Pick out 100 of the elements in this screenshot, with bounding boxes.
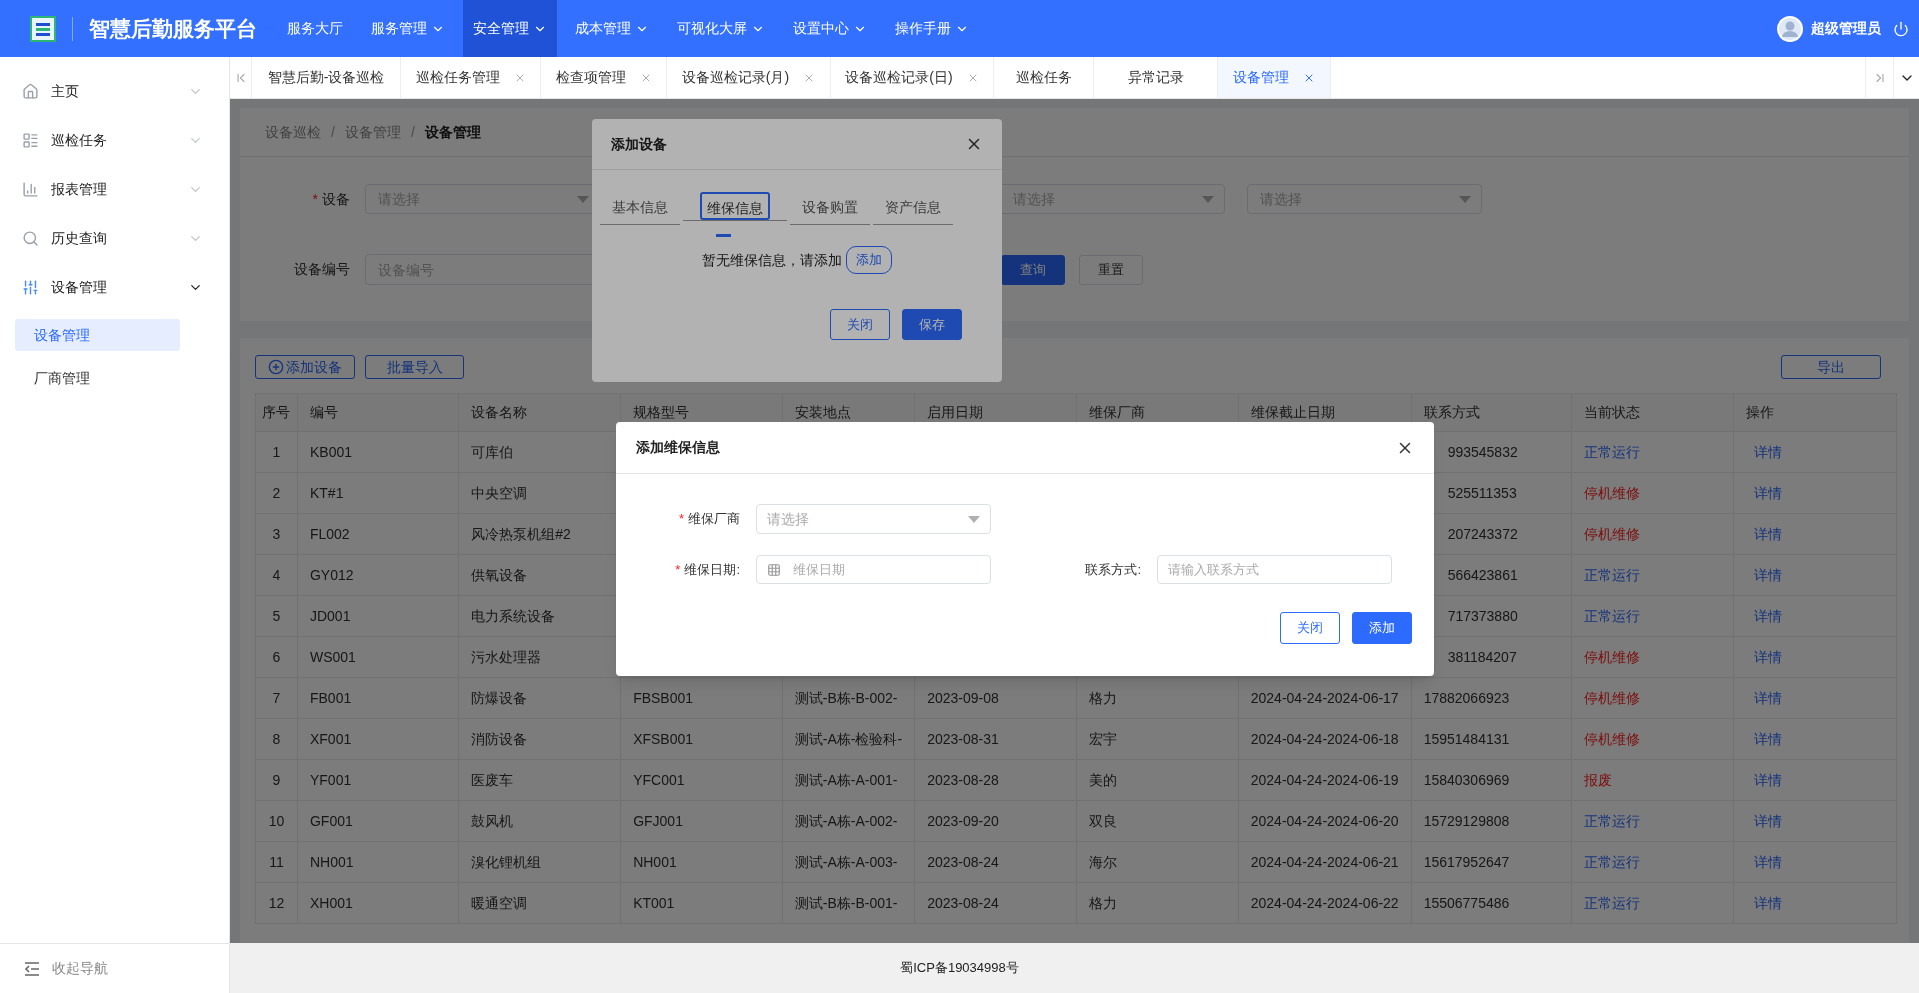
sidebar-subitem[interactable]: 设备管理 xyxy=(15,319,180,351)
tab[interactable]: 巡检任务管理 xyxy=(401,57,541,98)
avatar-icon[interactable] xyxy=(1777,15,1803,42)
details-link[interactable]: 详情 xyxy=(1733,472,1897,514)
table-cell: 宏宇 xyxy=(1076,718,1239,760)
tab[interactable]: 设备巡检记录(日) xyxy=(831,57,994,98)
table-cell: 测试-A栋-A-003- xyxy=(782,841,915,883)
table-cell: FL002 xyxy=(297,513,459,555)
breadcrumb-item[interactable]: 设备巡检 xyxy=(265,121,321,143)
table-cell: 溴化锂机组 xyxy=(458,841,621,883)
details-link[interactable]: 详情 xyxy=(1733,636,1897,678)
menu-item[interactable]: 服务管理 xyxy=(361,0,455,57)
close-button[interactable]: 关闭 xyxy=(1280,612,1340,644)
table-cell: 7 xyxy=(255,677,298,719)
status-text: 报废 xyxy=(1571,759,1734,801)
table-cell: 测试-A栋-A-002- xyxy=(782,800,915,842)
add-button[interactable]: 添加 xyxy=(846,246,892,274)
table-cell: KT#1 xyxy=(297,472,459,514)
table-cell: GY012 xyxy=(297,554,459,596)
menu-item[interactable]: 成本管理 xyxy=(565,0,659,57)
collapse-navigation-button[interactable]: 收起导航 xyxy=(0,943,229,993)
reset-button[interactable]: 重置 xyxy=(1079,254,1143,285)
menu-item[interactable]: 服务大厅 xyxy=(277,0,353,57)
table-cell: XFSB001 xyxy=(620,718,783,760)
sidebar-item[interactable]: 历史查询 xyxy=(0,214,229,263)
details-link[interactable]: 详情 xyxy=(1733,841,1897,883)
table-cell: 10 xyxy=(255,800,298,842)
dropdown-arrow-icon xyxy=(577,195,589,203)
table-cell: 2024-04-24-2024-06-21 xyxy=(1238,841,1412,883)
add-button[interactable]: 添加 xyxy=(1352,612,1412,644)
tab[interactable]: 设备购置 xyxy=(790,197,870,225)
table-cell: 防爆设备 xyxy=(458,677,621,719)
table-cell: 3 xyxy=(255,513,298,555)
table-cell: 2024-04-24-2024-06-20 xyxy=(1238,800,1412,842)
table-cell: WS001 xyxy=(297,636,459,678)
details-link[interactable]: 详情 xyxy=(1733,718,1897,760)
home-icon xyxy=(22,83,39,100)
table-cell: 测试-A栋-A-001- xyxy=(782,759,915,801)
details-link[interactable]: 详情 xyxy=(1733,554,1897,596)
details-link[interactable]: 详情 xyxy=(1733,595,1897,637)
export-button[interactable]: 导出 xyxy=(1781,355,1881,379)
table-cell: 15840306969 xyxy=(1411,759,1572,801)
sidebar-item[interactable]: 报表管理 xyxy=(0,165,229,214)
icp-license-text: 蜀ICP备19034998号 xyxy=(900,959,1019,978)
tab[interactable]: 巡检任务 xyxy=(994,57,1094,98)
add-device-button[interactable]: 添加设备 xyxy=(255,355,355,379)
table-cell: 美的 xyxy=(1076,759,1239,801)
menu-item[interactable]: 安全管理 xyxy=(463,0,557,57)
tab[interactable]: 设备巡检记录(月) xyxy=(667,57,831,98)
menu-item[interactable]: 可视化大屏 xyxy=(667,0,775,57)
table-cell: 2023-08-24 xyxy=(914,882,1077,924)
column-header: 编号 xyxy=(297,393,459,432)
details-link[interactable]: 详情 xyxy=(1733,882,1897,924)
save-button[interactable]: 保存 xyxy=(902,309,962,340)
dialog-title: 添加维保信息 xyxy=(636,438,720,457)
app-title: 智慧后勤服务平台 xyxy=(89,15,257,42)
query-button[interactable]: 查询 xyxy=(1001,254,1065,285)
batch-import-button[interactable]: 批量导入 xyxy=(365,355,464,379)
user-name[interactable]: 超级管理员 xyxy=(1811,18,1881,39)
sidebar-item[interactable]: 主页 xyxy=(0,67,229,116)
table-cell: 15729129808 xyxy=(1411,800,1572,842)
tab[interactable]: 智慧后勤-设备巡检 xyxy=(252,57,401,98)
empty-message: 暂无维保信息，请添加 xyxy=(702,250,842,270)
dropdown-arrow-icon xyxy=(1202,195,1214,203)
details-link[interactable]: 详情 xyxy=(1733,677,1897,719)
details-link[interactable]: 详情 xyxy=(1733,513,1897,555)
table-cell: 2024-04-24-2024-06-22 xyxy=(1238,882,1412,924)
details-link[interactable]: 详情 xyxy=(1733,431,1897,473)
details-link[interactable]: 详情 xyxy=(1733,759,1897,801)
table-cell: 格力 xyxy=(1076,677,1239,719)
column-header: 当前状态 xyxy=(1571,393,1734,432)
dropdown-arrow-icon xyxy=(968,515,980,523)
power-icon[interactable] xyxy=(1893,20,1909,37)
sidebar-subitem[interactable]: 厂商管理 xyxy=(15,362,180,394)
tab[interactable]: 资产信息 xyxy=(873,197,953,225)
table-cell: 9 xyxy=(255,759,298,801)
tab[interactable]: 设备管理 xyxy=(1218,57,1331,98)
tab[interactable]: 基本信息 xyxy=(600,197,680,225)
table-cell: 11 xyxy=(255,841,298,883)
field-label: * 设备 xyxy=(311,189,350,209)
table-cell: 1 xyxy=(255,431,298,473)
bar-chart-icon xyxy=(22,181,39,198)
contact-field[interactable]: 请输入联系方式 xyxy=(1157,555,1392,584)
table-cell: 2023-09-08 xyxy=(914,677,1077,719)
table-cell: 2024-04-24-2024-06-17 xyxy=(1238,677,1412,719)
details-link[interactable]: 详情 xyxy=(1733,800,1897,842)
tab[interactable]: 检查项管理 xyxy=(541,57,667,98)
table-cell: 消防设备 xyxy=(458,718,621,760)
date-field[interactable]: 维保日期 xyxy=(756,555,991,584)
status-text: 正常运行 xyxy=(1571,595,1734,637)
table-cell: XF001 xyxy=(297,718,459,760)
menu-item[interactable]: 设置中心 xyxy=(783,0,877,57)
close-button[interactable]: 关闭 xyxy=(830,309,890,340)
menu-item[interactable]: 操作手册 xyxy=(885,0,979,57)
table-cell: 测试-B栋-B-001- xyxy=(782,882,915,924)
status-text: 停机维修 xyxy=(1571,513,1734,555)
sidebar-item[interactable]: 巡检任务 xyxy=(0,116,229,165)
sidebar-item[interactable]: 设备管理 xyxy=(0,263,229,312)
select-field[interactable]: 请选择 xyxy=(756,504,991,534)
search-icon xyxy=(22,230,39,247)
